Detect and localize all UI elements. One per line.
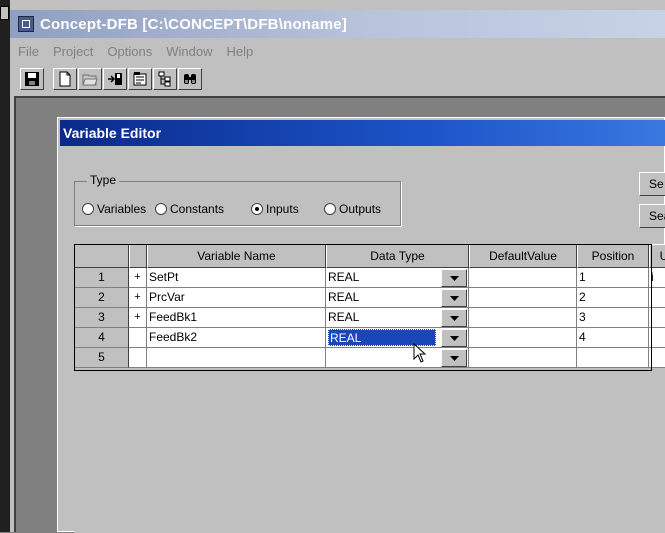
position-cell[interactable]	[577, 348, 649, 368]
menu-bar: File Project Options Window Help	[10, 40, 665, 62]
variable-name-cell[interactable]: FeedBk2	[147, 328, 326, 348]
radio-circle-selected[interactable]	[251, 203, 263, 215]
position-cell[interactable]: 1	[577, 268, 649, 288]
desktop-strip	[0, 0, 10, 532]
u-cell[interactable]: i	[649, 268, 665, 288]
app-icon[interactable]	[18, 16, 34, 32]
col-header-u[interactable]: U	[649, 244, 665, 268]
grid-header-row: Variable Name Data Type DefaultValue Pos…	[74, 244, 665, 268]
table-row[interactable]: 1 + SetPt REAL 1 i	[74, 268, 665, 288]
menu-help[interactable]: Help	[226, 44, 253, 59]
table-row[interactable]: 3 + FeedBk1 REAL 3	[74, 308, 665, 328]
type-groupbox: Type Variables Constants Inputs Outputs	[74, 173, 401, 226]
data-type-cell[interactable]: REAL	[326, 268, 469, 288]
chevron-down-icon[interactable]	[441, 349, 467, 367]
radio-label: Constants	[170, 202, 225, 216]
row-number[interactable]: 5	[74, 348, 129, 368]
mouse-cursor-icon	[413, 343, 427, 363]
radio-constants[interactable]: Constants	[155, 202, 224, 216]
u-cell[interactable]	[649, 348, 665, 368]
radio-circle[interactable]	[82, 203, 94, 215]
default-value-cell[interactable]	[469, 348, 577, 368]
position-cell[interactable]: 4	[577, 328, 649, 348]
radio-label: Outputs	[339, 202, 382, 216]
radio-label: Inputs	[266, 202, 299, 216]
variable-name-cell[interactable]: SetPt	[147, 268, 326, 288]
data-type-value: REAL	[328, 270, 360, 284]
default-value-cell[interactable]	[469, 268, 577, 288]
variable-name-cell[interactable]: FeedBk1	[147, 308, 326, 328]
col-header-variable-name[interactable]: Variable Name	[147, 244, 326, 268]
corner-cell[interactable]	[74, 244, 129, 268]
expander-cell[interactable]	[129, 348, 147, 368]
data-type-cell-active[interactable]: REAL	[326, 328, 469, 348]
radio-variables[interactable]: Variables	[82, 202, 146, 216]
data-type-cell[interactable]: REAL	[326, 288, 469, 308]
chevron-down-icon[interactable]	[441, 329, 467, 347]
default-value-cell[interactable]	[469, 328, 577, 348]
export-icon[interactable]	[103, 68, 127, 90]
save-icon[interactable]	[20, 68, 44, 90]
variable-grid: Variable Name Data Type DefaultValue Pos…	[74, 244, 665, 533]
menu-window[interactable]: Window	[166, 44, 212, 59]
radio-label: Variables	[97, 202, 147, 216]
side-button-2[interactable]: Sea	[639, 204, 665, 228]
row-number[interactable]: 2	[74, 288, 129, 308]
menu-options[interactable]: Options	[107, 44, 152, 59]
tree-icon[interactable]	[153, 68, 177, 90]
data-type-cell[interactable]	[326, 348, 469, 368]
variable-editor-dialog: Variable Editor Type Variables Constants…	[57, 117, 665, 533]
table-row-selected[interactable]: 4 FeedBk2 REAL 4	[74, 328, 665, 348]
expander-cell[interactable]	[129, 328, 147, 348]
chevron-down-icon[interactable]	[441, 289, 467, 307]
variable-name-cell[interactable]	[147, 348, 326, 368]
toolbar	[10, 64, 665, 94]
open-folder-icon[interactable]	[78, 68, 102, 90]
expand-plus-icon[interactable]: +	[129, 268, 147, 288]
col-header-data-type[interactable]: Data Type	[326, 244, 469, 268]
expander-header	[129, 244, 147, 268]
u-cell[interactable]	[649, 288, 665, 308]
new-file-icon[interactable]	[53, 68, 77, 90]
col-header-position[interactable]: Position	[577, 244, 649, 268]
window-title: Concept-DFB [C:\CONCEPT\DFB\noname]	[40, 15, 347, 33]
expand-plus-icon[interactable]: +	[129, 308, 147, 328]
radio-circle[interactable]	[324, 203, 336, 215]
dialog-title: Variable Editor	[63, 125, 162, 141]
type-legend: Type	[87, 173, 120, 187]
table-row[interactable]: 2 + PrcVar REAL 2	[74, 288, 665, 308]
dialog-title-bar[interactable]: Variable Editor	[60, 120, 665, 146]
find-icon[interactable]	[178, 68, 202, 90]
default-value-cell[interactable]	[469, 308, 577, 328]
properties-icon[interactable]	[128, 68, 152, 90]
menu-project[interactable]: Project	[53, 44, 93, 59]
radio-circle[interactable]	[155, 203, 167, 215]
expand-plus-icon[interactable]: +	[129, 288, 147, 308]
variable-name-cell[interactable]: PrcVar	[147, 288, 326, 308]
title-bar[interactable]: Concept-DFB [C:\CONCEPT\DFB\noname]	[10, 10, 665, 38]
u-cell[interactable]	[649, 308, 665, 328]
data-type-value: REAL	[328, 310, 360, 324]
chevron-down-icon[interactable]	[441, 309, 467, 327]
radio-inputs[interactable]: Inputs	[251, 202, 299, 216]
side-button-1[interactable]: Se	[639, 172, 665, 196]
menu-file[interactable]: File	[18, 44, 39, 59]
col-header-default-value[interactable]: DefaultValue	[469, 244, 577, 268]
radio-outputs[interactable]: Outputs	[324, 202, 381, 216]
u-cell[interactable]	[649, 328, 665, 348]
row-number[interactable]: 3	[74, 308, 129, 328]
chevron-down-icon[interactable]	[441, 269, 467, 287]
desktop-icon[interactable]	[0, 6, 9, 20]
default-value-cell[interactable]	[469, 288, 577, 308]
table-row[interactable]: 5	[74, 348, 665, 368]
data-type-value: REAL	[328, 290, 360, 304]
row-number[interactable]: 1	[74, 268, 129, 288]
row-number[interactable]: 4	[74, 328, 129, 348]
position-cell[interactable]: 2	[577, 288, 649, 308]
data-type-cell[interactable]: REAL	[326, 308, 469, 328]
position-cell[interactable]: 3	[577, 308, 649, 328]
